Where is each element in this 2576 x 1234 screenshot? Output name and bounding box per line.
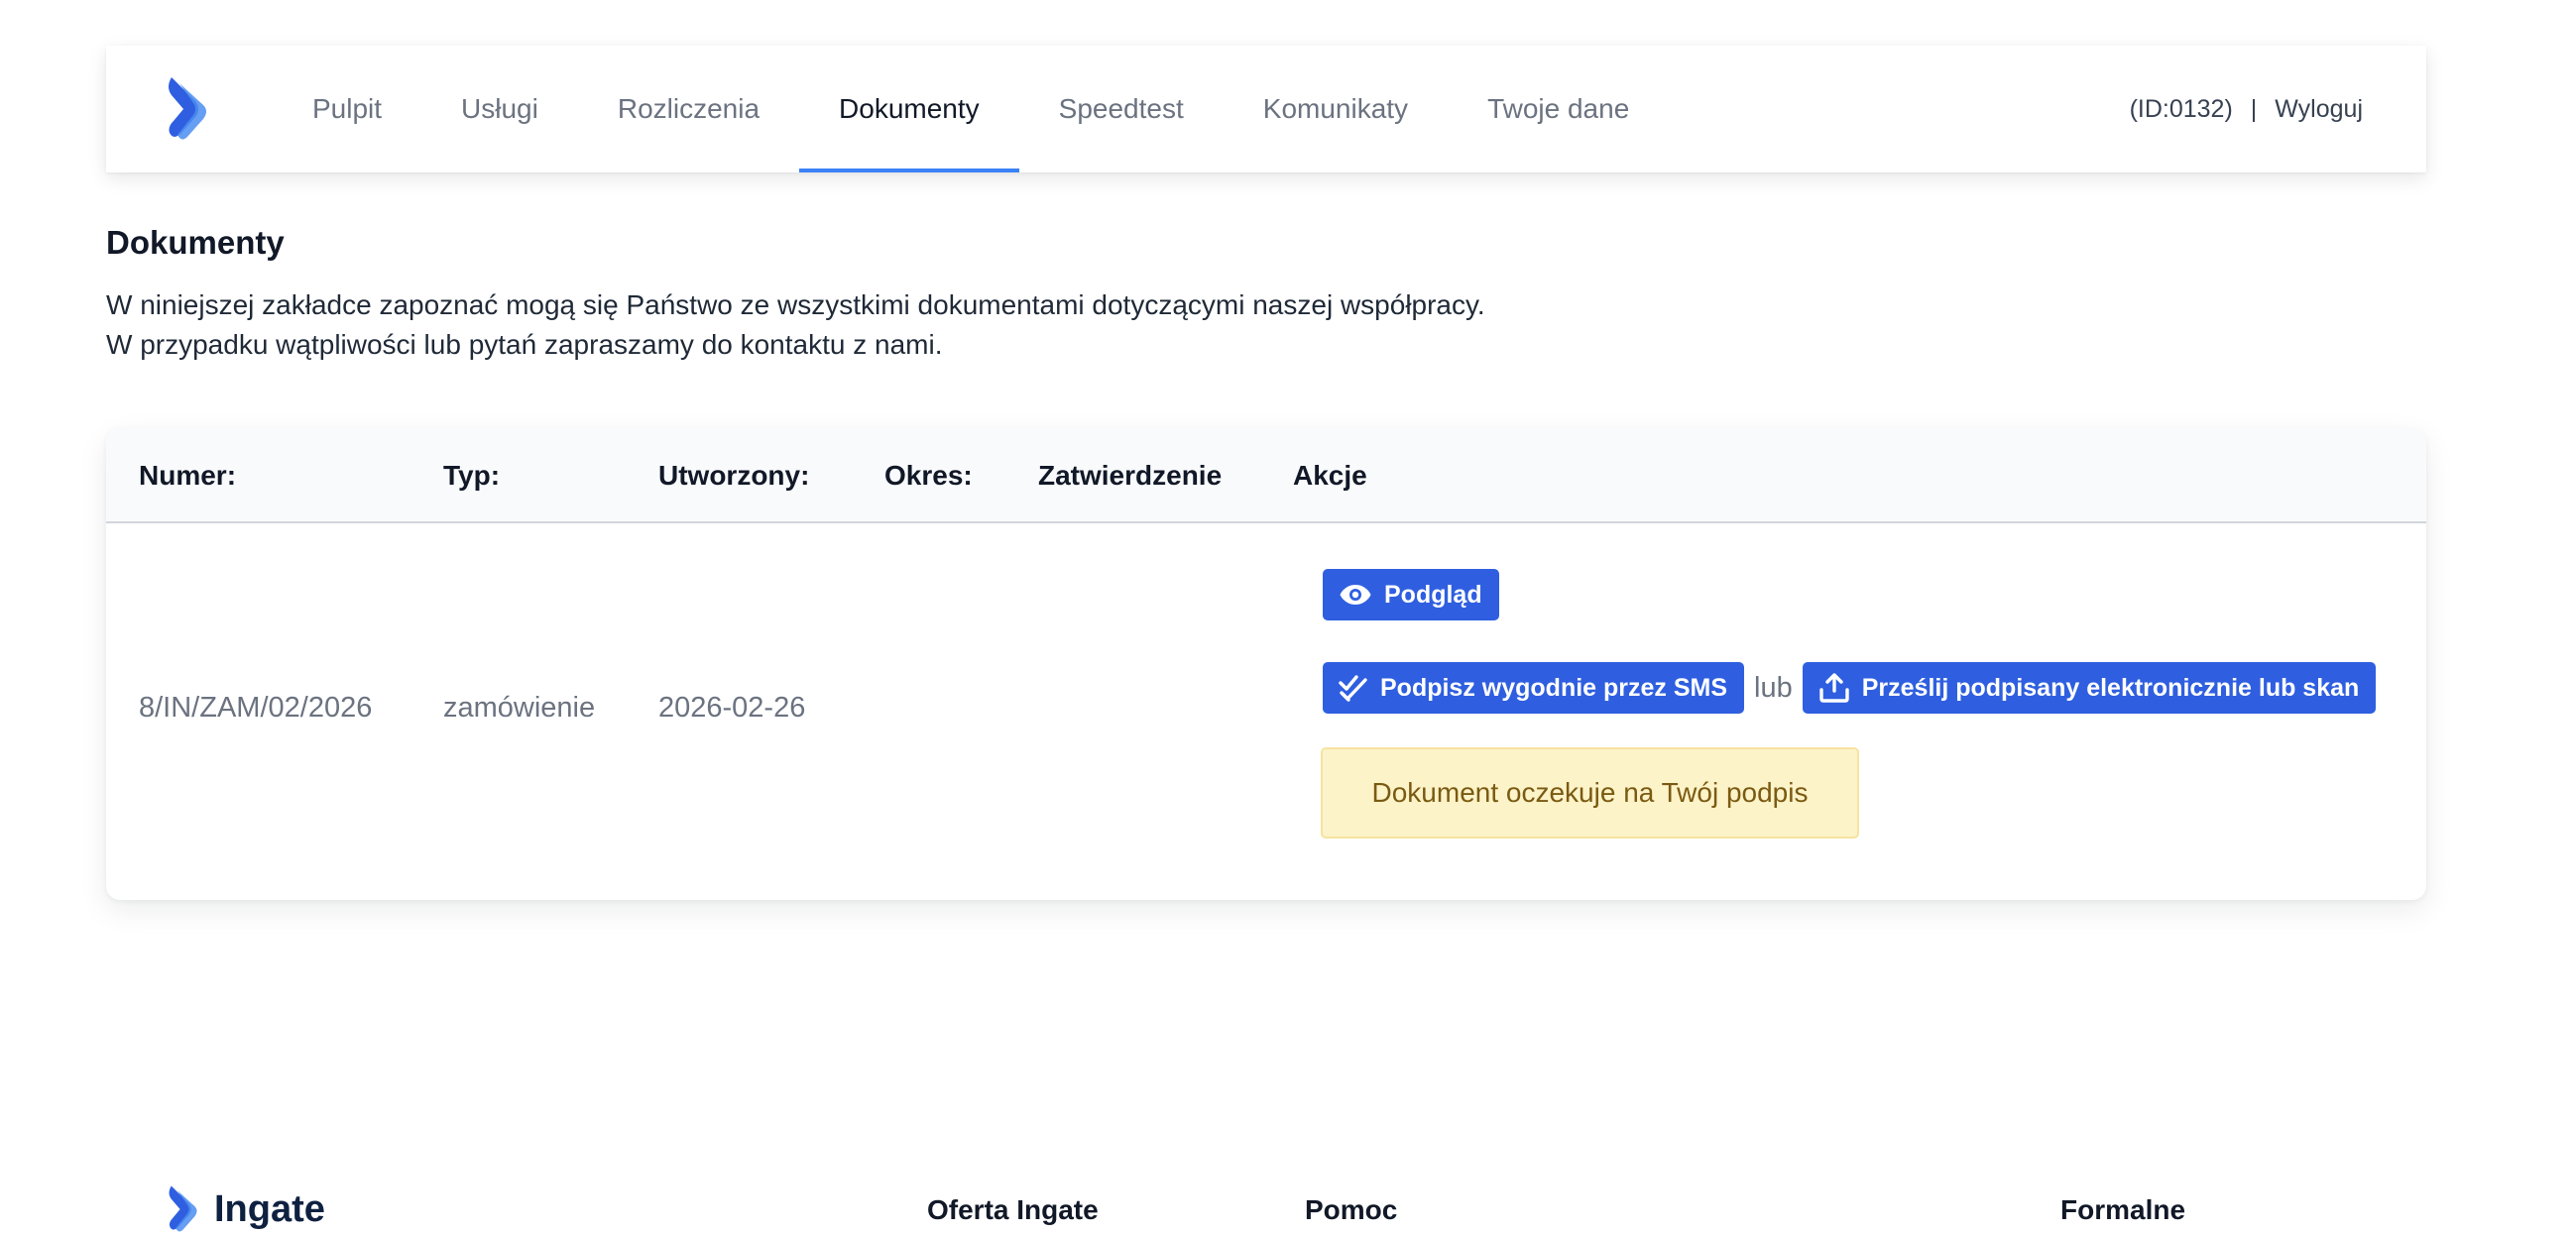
column-header-typ: Typ:	[443, 460, 501, 491]
main-menu: Pulpit Usługi Rozliczenia Dokumenty Spee…	[273, 46, 1669, 172]
sms-sign-button[interactable]: Podpisz wygodnie przez SMS	[1323, 662, 1745, 714]
sms-sign-button-label: Podpisz wygodnie przez SMS	[1380, 673, 1728, 702]
footer-column-pomoc: Pomoc	[1305, 1194, 1398, 1225]
cell-utworzony: 2026-02-26	[658, 692, 806, 724]
documents-table: Numer: Typ: Utworzony: Okres: Zatwierdze…	[106, 428, 2426, 900]
footer-column-formalne: Formalne	[2060, 1194, 2186, 1225]
page-intro: W niniejszej zakładce zapoznać mogą się …	[106, 285, 1485, 365]
upload-signed-button[interactable]: Prześlij podpisany elektronicznie lub sk…	[1802, 662, 2377, 714]
table-header: Numer: Typ: Utworzony: Okres: Zatwierdze…	[106, 428, 2426, 523]
or-separator: lub	[1754, 671, 1793, 704]
preview-button[interactable]: Podgląd	[1323, 569, 1499, 620]
upload-icon	[1819, 673, 1849, 703]
nav-item-uslugi[interactable]: Usługi	[421, 46, 578, 172]
intro-line: W niniejszej zakładce zapoznać mogą się …	[106, 289, 1485, 320]
preview-button-label: Podgląd	[1384, 580, 1482, 609]
column-header-numer: Numer:	[139, 460, 237, 491]
nav-item-komunikaty[interactable]: Komunikaty	[1224, 46, 1448, 172]
footer-brand-name: Ingate	[214, 1187, 325, 1230]
cell-typ: zamówienie	[443, 692, 596, 724]
column-header-akcje: Akcje	[1293, 460, 1367, 491]
user-area: (ID:0132) | Wyloguj	[2130, 46, 2363, 172]
signature-pending-text: Dokument oczekuje na Twój podpis	[1371, 777, 1809, 808]
brand-logo-icon[interactable]	[166, 75, 213, 143]
nav-item-dokumenty[interactable]: Dokumenty	[799, 46, 1019, 172]
column-header-okres: Okres:	[884, 460, 973, 491]
nav-item-speedtest[interactable]: Speedtest	[1019, 46, 1224, 172]
footer-logo[interactable]: Ingate	[167, 1184, 325, 1234]
intro-line: W przypadku wątpliwości lub pytań zapras…	[106, 329, 943, 360]
top-navigation: Pulpit Usługi Rozliczenia Dokumenty Spee…	[106, 46, 2426, 172]
logout-link[interactable]: Wyloguj	[2275, 95, 2363, 124]
footer-column-oferta: Oferta Ingate	[927, 1194, 1099, 1225]
separator: |	[2250, 94, 2258, 123]
brand-logo-icon	[169, 1185, 197, 1232]
cell-numer: 8/IN/ZAM/02/2026	[139, 692, 373, 724]
nav-item-rozliczenia[interactable]: Rozliczenia	[578, 46, 799, 172]
nav-item-pulpit[interactable]: Pulpit	[273, 46, 421, 172]
column-header-utworzony: Utworzony:	[658, 460, 810, 491]
page-title: Dokumenty	[106, 224, 285, 261]
upload-signed-button-label: Prześlij podpisany elektronicznie lub sk…	[1861, 673, 2360, 702]
double-check-icon	[1339, 675, 1367, 702]
user-id: (ID:0132)	[2129, 94, 2233, 123]
column-header-zatwierdzenie: Zatwierdzenie	[1038, 460, 1223, 491]
eye-icon	[1340, 585, 1371, 605]
signature-pending-alert: Dokument oczekuje na Twój podpis	[1321, 747, 1859, 839]
nav-item-twoje-dane[interactable]: Twoje dane	[1448, 46, 1669, 172]
